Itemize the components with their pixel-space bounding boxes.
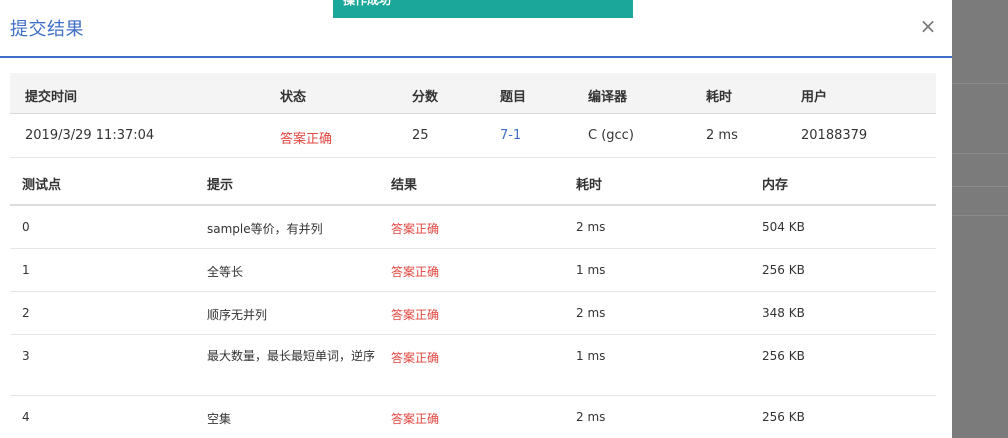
testcase-result: 答案正确	[391, 412, 440, 426]
testcase-hint: 全等长	[207, 265, 244, 279]
backdrop-divider	[952, 215, 1008, 216]
testcase-id: 1	[22, 263, 30, 277]
table-row: 4 空集 答案正确 2 ms 256 KB	[10, 396, 936, 438]
testcase-hint: 最大数量，最长最短单词，逆序	[207, 349, 376, 363]
submission-result-dialog: 提交结果 × 提交时间 状态 分数 题目 编译器 耗时 用户 2019/3/29…	[0, 0, 952, 438]
testcase-result: 答案正确	[391, 308, 440, 322]
close-icon[interactable]: ×	[918, 15, 938, 37]
submit-time: 2019/3/29 11:37:04	[25, 128, 155, 143]
testcase-time: 1 ms	[576, 263, 606, 277]
testcase-id: 2	[22, 306, 30, 320]
col-result: 结果	[391, 178, 418, 193]
col-memory: 内存	[762, 178, 789, 193]
elapsed-value: 2 ms	[706, 128, 738, 143]
testcase-memory: 504 KB	[762, 220, 805, 234]
col-user: 用户	[801, 90, 828, 105]
problem-link[interactable]: 7-1	[500, 128, 521, 143]
table-row: 2 顺序无并列 答案正确 2 ms 348 KB	[10, 292, 936, 335]
submission-table-header: 提交时间 状态 分数 题目 编译器 耗时 用户	[10, 73, 936, 114]
testcase-memory: 348 KB	[762, 306, 805, 320]
testcase-hint: 空集	[207, 412, 232, 426]
toast-message: 操作成功	[343, 0, 392, 7]
score-value: 25	[412, 128, 429, 143]
col-elapsed: 耗时	[576, 178, 603, 193]
testcase-memory: 256 KB	[762, 410, 805, 424]
testcase-time: 2 ms	[576, 220, 606, 234]
col-status: 状态	[280, 90, 307, 105]
testcase-memory: 256 KB	[762, 349, 805, 363]
col-time: 耗时	[706, 90, 733, 105]
col-problem: 题目	[500, 90, 527, 105]
col-testcase: 测试点	[22, 178, 62, 193]
testcase-hint: sample等价，有并列	[207, 222, 323, 236]
testcase-memory: 256 KB	[762, 263, 805, 277]
compiler-value: C (gcc)	[588, 128, 634, 143]
col-score: 分数	[412, 90, 439, 105]
testcase-time: 1 ms	[576, 349, 606, 363]
col-hint: 提示	[207, 178, 234, 193]
table-row: 1 全等长 答案正确 1 ms 256 KB	[10, 249, 936, 292]
backdrop-divider	[952, 83, 1008, 84]
testcase-time: 2 ms	[576, 306, 606, 320]
modal-backdrop[interactable]	[952, 0, 1008, 438]
table-row: 0 sample等价，有并列 答案正确 2 ms 504 KB	[10, 206, 936, 249]
table-row: 3 最大数量，最长最短单词，逆序 答案正确 1 ms 256 KB	[10, 335, 936, 396]
user-value: 20188379	[801, 128, 868, 143]
backdrop-divider	[952, 186, 1008, 187]
status-badge: 答案正确	[280, 132, 333, 147]
testcase-time: 2 ms	[576, 410, 606, 424]
testcase-hint: 顺序无并列	[207, 308, 268, 322]
success-toast: 操作成功	[333, 0, 633, 18]
submission-row: 2019/3/29 11:37:04 答案正确 25 7-1 C (gcc) 2…	[10, 114, 936, 158]
backdrop-divider	[952, 153, 1008, 154]
testcase-id: 3	[22, 349, 30, 363]
testcase-result: 答案正确	[391, 265, 440, 279]
dialog-title: 提交结果	[10, 19, 84, 40]
testcase-id: 0	[22, 220, 30, 234]
testcase-result: 答案正确	[391, 351, 440, 365]
testcase-id: 4	[22, 410, 30, 424]
testcase-table-header: 测试点 提示 结果 耗时 内存	[10, 158, 936, 206]
col-compiler: 编译器	[588, 90, 628, 105]
testcase-result: 答案正确	[391, 222, 440, 236]
col-submit-time: 提交时间	[25, 90, 78, 105]
